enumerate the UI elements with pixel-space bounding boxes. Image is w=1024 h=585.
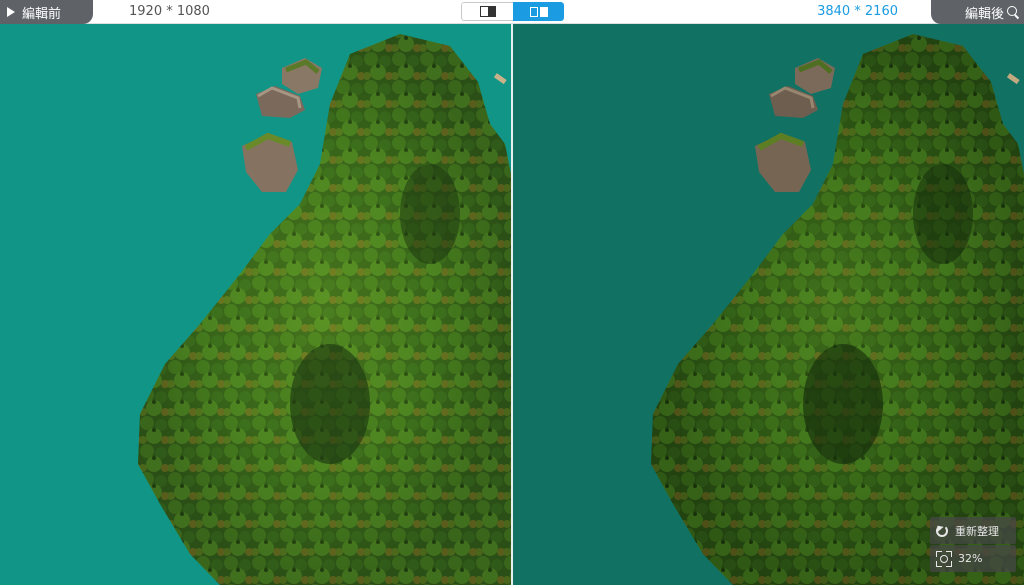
after-label: 編輯後: [964, 6, 1004, 22]
split-view-button[interactable]: [461, 2, 513, 21]
reset-icon: [936, 524, 948, 537]
play-icon: [7, 6, 19, 18]
split-view-icon: [479, 6, 496, 17]
before-image[interactable]: [0, 24, 511, 585]
reset-button[interactable]: 重新整理: [930, 517, 1016, 544]
after-resolution: 3840 * 2160: [817, 4, 898, 19]
before-label: 編輯前: [22, 6, 62, 22]
search-icon[interactable]: [1007, 6, 1020, 20]
before-resolution: 1920 * 1080: [129, 4, 210, 19]
side-by-side-icon: [529, 6, 548, 17]
zoom-button[interactable]: 32%: [930, 545, 1016, 572]
after-tab[interactable]: 編輯後: [931, 0, 1024, 24]
view-mode-toggle: [461, 2, 564, 21]
top-bar: 編輯前 1920 * 1080 3840 * 2160 編輯後: [0, 0, 1024, 24]
reset-label: 重新整理: [955, 524, 999, 538]
after-image[interactable]: [513, 24, 1024, 585]
side-by-side-button[interactable]: [513, 2, 564, 21]
before-tab[interactable]: 編輯前: [0, 0, 93, 24]
zoom-fit-icon: [936, 550, 952, 567]
zoom-level: 32%: [958, 552, 983, 565]
